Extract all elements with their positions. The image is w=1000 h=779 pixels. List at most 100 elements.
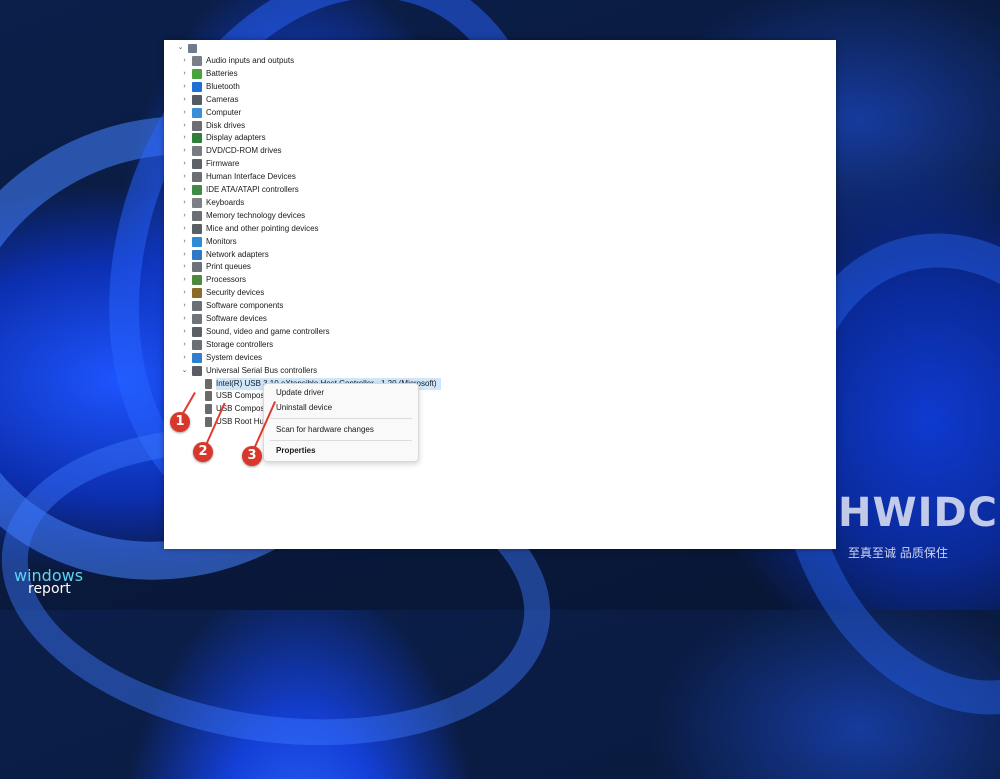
tree-category[interactable]: › Cameras (180, 94, 238, 106)
tree-category[interactable]: › Network adapters (180, 249, 269, 261)
chevron-down-icon[interactable]: ⌄ (180, 365, 189, 377)
chevron-right-icon[interactable]: › (180, 326, 189, 338)
device-category-icon (192, 314, 202, 324)
scan-hardware-menu-item[interactable]: Scan for hardware changes (276, 424, 374, 436)
tree-category[interactable]: › Sound, video and game controllers (180, 326, 330, 338)
chevron-right-icon[interactable]: › (180, 339, 189, 351)
tree-category[interactable]: › Monitors (180, 236, 237, 248)
tree-category-label: Bluetooth (206, 81, 240, 91)
tree-category-label: Batteries (206, 68, 238, 78)
device-manager-window: ⌄ › Audio inputs and outputs › Batteries › Bl… (164, 40, 836, 549)
hwidc-watermark: HWIDC (838, 490, 999, 536)
chevron-right-icon[interactable]: › (180, 236, 189, 248)
tree-category[interactable]: ⌄ Universal Serial Bus controllers (180, 365, 317, 377)
device-category-icon (192, 210, 202, 221)
tree-category[interactable]: › Processors (180, 274, 246, 286)
chevron-right-icon[interactable]: › (180, 158, 189, 170)
device-category-icon (192, 56, 202, 66)
chevron-right-icon[interactable]: › (180, 261, 189, 273)
context-menu: Update driver Uninstall device Scan for … (263, 383, 419, 462)
tree-category[interactable]: › Mice and other pointing devices (180, 223, 319, 235)
tree-category-label: Sound, video and game controllers (206, 326, 330, 336)
tree-category[interactable]: › Security devices (180, 287, 264, 299)
tree-category-label: Monitors (206, 236, 237, 246)
chevron-right-icon[interactable]: › (180, 94, 189, 106)
chevron-right-icon[interactable]: › (180, 184, 189, 196)
chevron-right-icon[interactable]: › (180, 352, 189, 364)
chevron-right-icon[interactable]: › (180, 68, 189, 80)
menu-divider (270, 418, 412, 419)
tree-category-label: Software devices (206, 314, 267, 323)
tree-category-label: Universal Serial Bus controllers (206, 365, 318, 375)
tree-category-label: Disk drives (206, 120, 246, 130)
windows-report-logo-bottom: report (28, 581, 71, 597)
device-category-icon (192, 133, 202, 144)
tree-category[interactable]: › Computer (180, 107, 241, 119)
tree-category-label: Computer (206, 107, 242, 117)
tree-category[interactable]: › Batteries (180, 68, 238, 80)
tree-category[interactable]: › Print queues (180, 261, 251, 273)
device-category-icon (192, 146, 202, 157)
tree-root[interactable]: ⌄ (176, 42, 201, 54)
chevron-right-icon[interactable]: › (180, 55, 189, 67)
tree-category[interactable]: › Storage controllers (180, 339, 273, 351)
usb-plug-icon (205, 404, 212, 415)
tree-category[interactable]: › Memory technology devices (180, 210, 305, 222)
tree-category[interactable]: › Human Interface Devices (180, 171, 296, 183)
device-category-icon (192, 159, 202, 170)
chevron-right-icon[interactable]: › (180, 287, 189, 299)
tree-category[interactable]: › Audio inputs and outputs (180, 55, 294, 67)
uninstall-device-menu-item[interactable]: Uninstall device (276, 402, 332, 414)
device-category-icon (192, 249, 202, 260)
tree-category[interactable]: › Software devices (180, 313, 267, 325)
tree-category[interactable]: › Software components (180, 300, 283, 312)
tree-category-label: IDE ATA/ATAPI controllers (206, 185, 299, 194)
usb-plug-icon (205, 417, 212, 428)
tree-category[interactable]: › DVD/CD-ROM drives (180, 145, 282, 157)
chevron-right-icon[interactable]: › (180, 274, 189, 286)
update-driver-menu-item[interactable]: Update driver (276, 387, 324, 399)
device-category-icon (192, 365, 202, 376)
tree-category-label: Firmware (206, 159, 240, 169)
tree-category[interactable]: › Bluetooth (180, 81, 240, 93)
device-category-icon (192, 68, 202, 79)
chevron-right-icon[interactable]: › (180, 145, 189, 157)
chevron-right-icon[interactable]: › (180, 107, 189, 119)
chevron-right-icon[interactable]: › (180, 300, 189, 312)
tree-category-label: Keyboards (206, 197, 245, 207)
chevron-down-icon[interactable]: ⌄ (176, 42, 185, 54)
device-category-icon (192, 339, 202, 350)
device-category-icon (192, 94, 202, 105)
computer-icon (188, 43, 197, 53)
chevron-right-icon[interactable]: › (180, 313, 189, 325)
tree-category[interactable]: › Disk drives (180, 120, 245, 132)
chevron-right-icon[interactable]: › (180, 249, 189, 261)
device-category-icon (192, 288, 202, 299)
chevron-right-icon[interactable]: › (180, 223, 189, 235)
device-tree: ⌄ › Audio inputs and outputs › Batteries › Bl… (164, 40, 836, 549)
chevron-right-icon[interactable]: › (180, 81, 189, 93)
tree-category[interactable]: › Display adapters (180, 132, 266, 144)
tree-category-label: DVD/CD-ROM drives (206, 146, 282, 156)
chevron-right-icon[interactable]: › (180, 171, 189, 183)
chevron-right-icon[interactable]: › (180, 210, 189, 222)
tree-category-label: Mice and other pointing devices (206, 223, 319, 233)
tree-category-label: Audio inputs and outputs (206, 56, 295, 65)
tree-category-label: Human Interface Devices (206, 172, 296, 182)
hwidc-watermark-subtitle: 至真至诚 品质保住 (848, 546, 948, 560)
device-category-icon (192, 223, 202, 234)
properties-menu-item[interactable]: Properties (276, 445, 316, 457)
tree-category[interactable]: › Keyboards (180, 197, 244, 209)
step-1-badge: 1 (170, 412, 190, 432)
step-3-badge: 3 (242, 446, 262, 466)
tree-category[interactable]: › Firmware (180, 158, 239, 170)
device-category-icon (192, 352, 202, 363)
device-category-icon (192, 81, 202, 92)
chevron-right-icon[interactable]: › (180, 120, 189, 132)
usb-plug-icon (205, 391, 212, 402)
device-category-icon (192, 185, 202, 195)
chevron-right-icon[interactable]: › (180, 197, 189, 209)
chevron-right-icon[interactable]: › (180, 132, 189, 144)
tree-category[interactable]: › IDE ATA/ATAPI controllers (180, 184, 299, 196)
tree-category[interactable]: › System devices (180, 352, 262, 364)
